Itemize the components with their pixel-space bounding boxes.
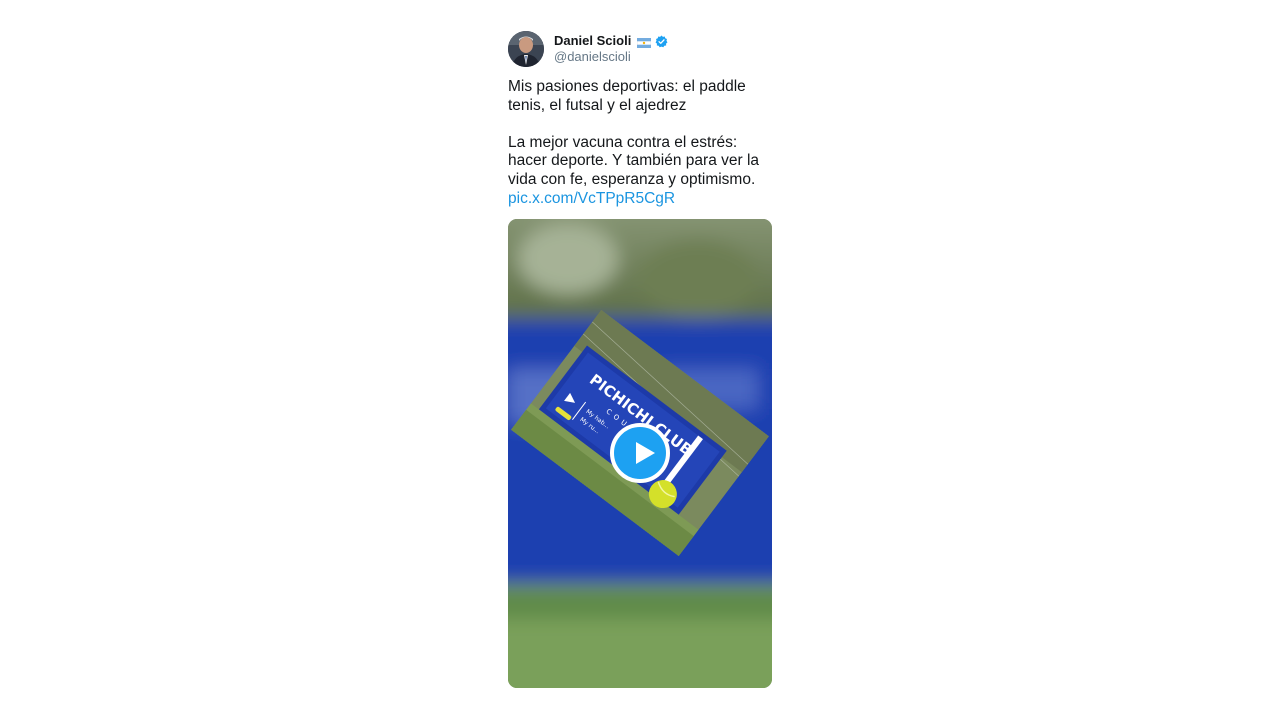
tweet-text-paragraph-1: Mis pasiones deportivas: el paddle tenis… xyxy=(508,78,751,114)
author-names: Daniel Scioli @danielscioli xyxy=(554,33,668,65)
author-handle[interactable]: @danielscioli xyxy=(554,49,668,65)
video-thumbnail[interactable]: PICHICHI CLUB COURT My hab... My ru... xyxy=(508,219,772,688)
avatar[interactable] xyxy=(508,31,544,67)
tweet-text: Mis pasiones deportivas: el paddle tenis… xyxy=(508,78,772,208)
name-row: Daniel Scioli xyxy=(554,33,668,49)
tweet-card: Daniel Scioli @danielscioli Mis pasiones… xyxy=(508,30,772,208)
media-link[interactable]: pic.x.com/VcTPpR5CgR xyxy=(508,190,675,207)
play-icon[interactable] xyxy=(610,423,670,483)
argentina-flag-icon xyxy=(637,36,652,49)
tweet-text-paragraph-2-body: La mejor vacuna contra el estrés: hacer … xyxy=(508,133,764,188)
avatar-image xyxy=(508,31,544,67)
verified-badge-icon xyxy=(655,35,668,48)
tweet-text-paragraph-2: La mejor vacuna contra el estrés: hacer … xyxy=(508,134,772,208)
tweet-header: Daniel Scioli @danielscioli xyxy=(508,30,772,68)
display-name[interactable]: Daniel Scioli xyxy=(554,33,631,49)
